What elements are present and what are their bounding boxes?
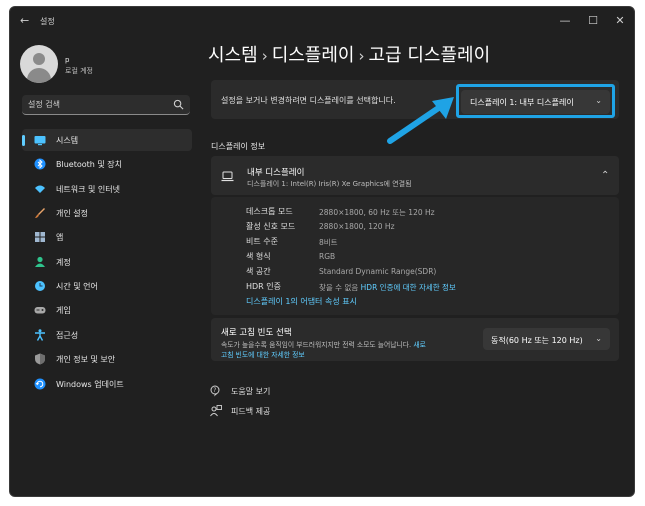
account-icon (35, 256, 45, 267)
sidebar-item-label: 개인 정보 및 보안 (56, 355, 116, 364)
maximize-button[interactable]: ☐ (586, 14, 600, 27)
sidebar-item-privacy[interactable]: 개인 정보 및 보안 (22, 348, 192, 370)
help-link[interactable]: ? 도움말 보기 (210, 383, 330, 399)
window-title: 설정 (40, 17, 55, 26)
sidebar-item-label: 개인 설정 (56, 209, 88, 218)
feedback-icon (210, 405, 222, 417)
sidebar-item-label: Windows 업데이트 (56, 380, 124, 389)
prop-value: 8비트 (319, 238, 338, 247)
sidebar-item-label: 접근성 (56, 331, 79, 340)
close-button[interactable]: ✕ (613, 14, 627, 27)
refresh-rate-dropdown[interactable]: 동적(60 Hz 또는 120 Hz) ⌄ (483, 328, 610, 350)
wifi-icon (35, 185, 45, 193)
apps-icon (35, 232, 45, 242)
svg-text:?: ? (213, 387, 216, 394)
chevron-down-icon: ⌄ (595, 334, 602, 343)
refresh-rate-info-link[interactable]: 새로 (413, 341, 426, 349)
sidebar-item-network[interactable]: 네트워크 및 인터넷 (22, 178, 192, 200)
refresh-rate-desc-text: 속도가 높을수록 움직임이 부드러워지지만 전력 소모도 늘어납니다. (221, 341, 412, 349)
sidebar-item-time-language[interactable]: 시간 및 언어 (22, 275, 192, 297)
avatar[interactable] (20, 45, 58, 83)
search-box[interactable] (22, 95, 190, 115)
adapter-properties-link[interactable]: 디스플레이 1의 어댑터 속성 표시 (246, 296, 357, 307)
sidebar-item-label: Bluetooth 및 장치 (56, 160, 123, 169)
prop-label: 색 공간 (246, 267, 271, 276)
prop-value: RGB (319, 252, 336, 261)
hdr-label: HDR 인증 (246, 282, 281, 291)
breadcrumb: 시스템 › 디스플레이 › 고급 디스플레이 (208, 41, 490, 67)
accessibility-icon (35, 329, 45, 341)
display-info-heading: 디스플레이 정보 (211, 142, 266, 151)
prop-label: 활성 신호 모드 (246, 222, 296, 231)
refresh-rate-value: 동적(60 Hz 또는 120 Hz) (491, 336, 583, 345)
annotation-highlight-box (456, 84, 615, 118)
breadcrumb-system[interactable]: 시스템 (208, 45, 258, 66)
prop-label: 비트 수준 (246, 237, 278, 246)
search-icon[interactable] (173, 99, 184, 110)
help-label: 도움말 보기 (231, 387, 271, 396)
hdr-value: 찾을 수 없음 HDR 인증에 대한 자세한 정보 (319, 282, 456, 293)
sidebar-item-system[interactable]: 시스템 (22, 129, 192, 151)
refresh-rate-title: 새로 고침 빈도 선택 (221, 328, 292, 338)
page-title: 고급 디스플레이 (368, 45, 491, 66)
display-info-header[interactable]: 내부 디스플레이 디스플레이 1: Intel(R) Iris(R) Xe Gr… (211, 156, 619, 195)
update-icon (34, 378, 46, 390)
sidebar-item-accounts[interactable]: 계정 (22, 251, 192, 273)
prop-value: 2880×1800, 120 Hz (319, 222, 395, 231)
breadcrumb-display[interactable]: 디스플레이 (272, 45, 355, 66)
sidebar-item-personalization[interactable]: 개인 설정 (22, 202, 192, 224)
sidebar-item-bluetooth[interactable]: Bluetooth 및 장치 (22, 153, 192, 175)
feedback-label: 피드백 제공 (231, 407, 271, 416)
sidebar-item-gaming[interactable]: 게임 (22, 299, 192, 321)
laptop-icon (221, 171, 234, 182)
refresh-rate-info-link-cont[interactable]: 고침 빈도에 대한 자세한 정보 (221, 349, 305, 359)
display-connection: 디스플레이 1: Intel(R) Iris(R) Xe Graphics에 연… (247, 180, 412, 188)
hdr-info-link[interactable]: HDR 인증에 대한 자세한 정보 (361, 283, 456, 292)
sidebar-item-accessibility[interactable]: 접근성 (22, 324, 192, 346)
sidebar-item-label: 시스템 (56, 136, 79, 145)
user-name: p (65, 56, 70, 64)
sidebar-item-label: 시간 및 언어 (56, 282, 98, 291)
help-icon: ? (210, 385, 220, 397)
shield-icon (35, 353, 45, 365)
sidebar-item-label: 앱 (56, 233, 64, 242)
hdr-status: 찾을 수 없음 (319, 283, 359, 292)
back-button[interactable]: ← (20, 14, 29, 27)
prop-label: 데스크톱 모드 (246, 207, 293, 216)
sidebar-item-windows-update[interactable]: Windows 업데이트 (22, 373, 192, 395)
gamepad-icon (34, 307, 46, 314)
annotation-arrow-icon (387, 97, 454, 144)
display-icon (34, 136, 46, 146)
sidebar-item-label: 네트워크 및 인터넷 (56, 185, 120, 194)
select-display-prompt: 설정을 보거나 변경하려면 디스플레이를 선택합니다. (221, 96, 396, 105)
globe-clock-icon (35, 281, 45, 291)
search-input[interactable] (28, 98, 168, 111)
user-account-type: 로컬 계정 (65, 67, 93, 75)
sidebar-item-label: 계정 (56, 258, 71, 267)
feedback-link[interactable]: 피드백 제공 (210, 403, 330, 419)
sidebar-item-apps[interactable]: 앱 (22, 226, 192, 248)
title-bar: ← 설정 — ☐ ✕ (10, 7, 634, 37)
sidebar-item-label: 게임 (56, 306, 71, 315)
prop-value: Standard Dynamic Range(SDR) (319, 267, 437, 276)
prop-value: 2880×1800, 60 Hz 또는 120 Hz (319, 208, 435, 217)
bluetooth-icon (34, 158, 46, 170)
avatar-body-icon (27, 68, 51, 83)
display-name: 내부 디스플레이 (247, 168, 305, 178)
refresh-rate-desc: 속도가 높을수록 움직임이 부드러워지지만 전력 소모도 늘어납니다. 새로 (221, 339, 426, 349)
prop-label: 색 형식 (246, 252, 271, 261)
breadcrumb-separator: › (358, 47, 365, 65)
chevron-up-icon[interactable]: ⌃ (601, 170, 609, 181)
minimize-button[interactable]: — (558, 14, 572, 27)
active-indicator (22, 135, 25, 146)
avatar-head-icon (33, 53, 45, 65)
breadcrumb-separator: › (261, 47, 268, 65)
settings-window: ← 설정 — ☐ ✕ p 로컬 계정 시스템 Bluetooth 및 장치 네트… (9, 6, 635, 497)
brush-icon (35, 208, 45, 218)
